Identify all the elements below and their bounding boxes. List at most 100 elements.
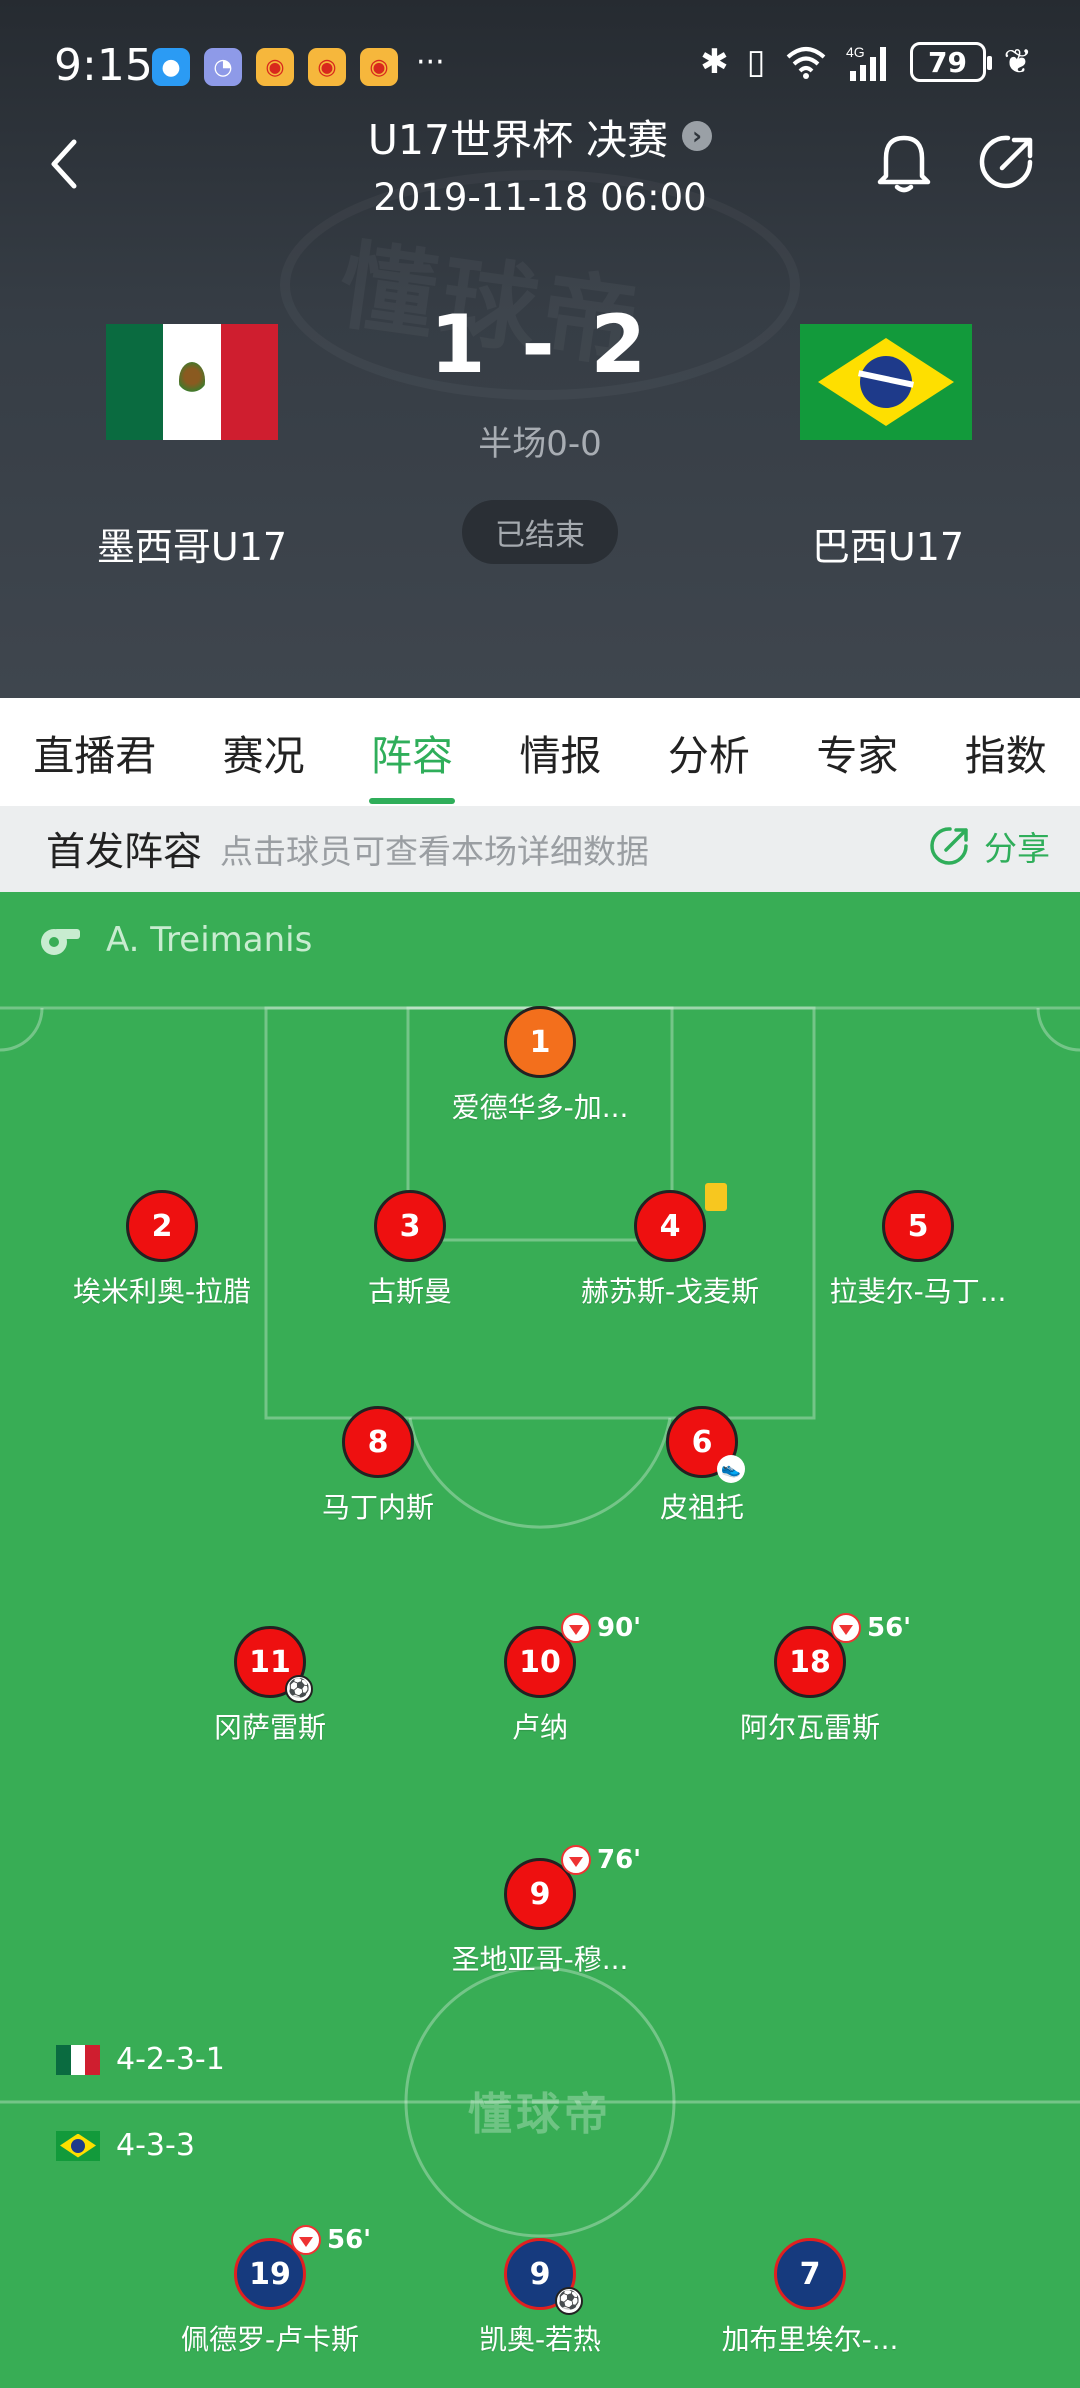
substitution-badge: 56' (831, 1613, 911, 1643)
shirt-number-text: 11 (249, 1644, 291, 1680)
share-icon[interactable] (978, 132, 1038, 192)
shirt-number: 9 76' (504, 1845, 641, 1930)
player-home-6[interactable]: 6 👟 皮祖托 (582, 1406, 822, 1526)
home-formation: 4-2-3-1 (56, 2042, 225, 2077)
player-home-10[interactable]: 10 90' 卢纳 (420, 1613, 660, 1746)
tab-events[interactable]: 赛况 (217, 698, 311, 806)
weibo-icon: ◉ (360, 48, 398, 86)
lineup-hint: 点击球员可查看本场详细数据 (220, 832, 650, 871)
away-formation-label: 4-3-3 (116, 2128, 195, 2163)
leaf-icon: ❦ (1003, 42, 1033, 82)
home-mini-flag (56, 2044, 100, 2075)
status-time: 9:15 (54, 40, 153, 91)
player-home-18[interactable]: 18 56' 阿尔瓦雷斯 (690, 1613, 930, 1746)
player-home-2[interactable]: 2 埃米利奥-拉腊 (42, 1190, 282, 1310)
sub-off-arrow-icon (561, 1845, 591, 1875)
player-name: 凯奥-若热 (478, 2323, 602, 2356)
shirt-number: 1 (504, 1006, 576, 1078)
player-name: 拉斐尔-马丁... (829, 1275, 1007, 1308)
shirt-number-text: 9 (529, 2256, 551, 2292)
shirt-number: 9 ⚽ (504, 2238, 583, 2315)
sub-minute: 90' (597, 1613, 642, 1643)
signal-icon: 4G (846, 44, 886, 81)
goal-ball-icon: ⚽ (555, 2287, 583, 2315)
match-tabs: 直播君 赛况 阵容 情报 分析 专家 指数 (0, 698, 1080, 806)
qq-app-icon: ◔ (204, 48, 242, 86)
tab-live[interactable]: 直播君 (27, 698, 162, 806)
lineup-share-button[interactable]: 分享 (928, 822, 1050, 870)
player-away-19[interactable]: 19 56' 佩德罗-卢卡斯 (150, 2225, 390, 2358)
player-home-4[interactable]: 4 赫苏斯-戈麦斯 (550, 1183, 790, 1310)
referee-row: A. Treimanis (34, 920, 312, 960)
chevron-right-icon: › (682, 121, 713, 151)
shirt-number-text: 6 (691, 1424, 713, 1460)
sub-minute: 56' (327, 2225, 372, 2255)
weibo-icon: ◉ (256, 48, 294, 86)
share-label: 分享 (984, 829, 1050, 868)
shirt-number-text: 4 (659, 1208, 681, 1244)
match-status-badge: 已结束 (462, 500, 618, 564)
system-icons: ✱ ▯ 4G 79 ❦ (700, 42, 1032, 82)
tab-intel[interactable]: 情报 (513, 698, 607, 806)
substitution-badge: 76' (561, 1845, 641, 1875)
match-score: 1 - 2 (429, 298, 651, 391)
shirt-number: 6 👟 (666, 1406, 745, 1483)
bell-icon[interactable] (876, 130, 932, 194)
shirt-number: 18 56' (774, 1613, 911, 1698)
home-team-name[interactable]: 墨西哥U17 (22, 516, 362, 571)
tab-experts[interactable]: 专家 (810, 698, 904, 806)
tab-lineup[interactable]: 阵容 (365, 698, 459, 806)
player-home-9[interactable]: 9 76' 圣地亚哥-穆... (420, 1845, 660, 1978)
player-name: 皮祖托 (659, 1491, 744, 1524)
substitution-badge: 90' (561, 1613, 641, 1643)
player-away-9[interactable]: 9 ⚽ 凯奥-若热 (420, 2238, 660, 2358)
sub-minute: 56' (867, 1613, 912, 1643)
battery-level: 79 (928, 45, 967, 79)
player-home-5[interactable]: 5 拉斐尔-马丁... (798, 1190, 1038, 1310)
player-home-8[interactable]: 8 马丁内斯 (258, 1406, 498, 1526)
sub-minute: 76' (597, 1845, 642, 1875)
player-name: 埃米利奥-拉腊 (72, 1275, 252, 1308)
goal-ball-icon: ⚽ (285, 1675, 313, 1703)
shirt-number: 10 90' (504, 1613, 641, 1698)
shirt-number: 11 ⚽ (234, 1626, 313, 1703)
player-name: 阿尔瓦雷斯 (739, 1711, 880, 1744)
message-app-icon: ● (152, 48, 190, 86)
player-name: 古斯曼 (367, 1275, 452, 1308)
player-home-11[interactable]: 11 ⚽ 冈萨雷斯 (150, 1626, 390, 1746)
player-name: 赫苏斯-戈麦斯 (580, 1275, 760, 1308)
player-name: 圣地亚哥-穆... (451, 1943, 629, 1976)
sub-off-arrow-icon (831, 1613, 861, 1643)
player-home-3[interactable]: 3 古斯曼 (290, 1190, 530, 1310)
network-type: 4G (846, 44, 865, 60)
sub-off-arrow-icon (561, 1613, 591, 1643)
shirt-number: 7 (774, 2238, 846, 2310)
sub-off-arrow-icon (291, 2225, 321, 2255)
tab-odds[interactable]: 指数 (959, 698, 1053, 806)
away-team-name[interactable]: 巴西U17 (718, 516, 1058, 571)
shirt-number: 8 (342, 1406, 414, 1478)
tab-analysis[interactable]: 分析 (662, 698, 756, 806)
player-name: 卢纳 (511, 1711, 568, 1744)
vibrate-icon: ▯ (746, 42, 766, 82)
weibo-icon: ◉ (308, 48, 346, 86)
pitch: A. Treimanis 1 爱德华多-加... 2 埃米利奥-拉腊 3 古斯曼… (0, 892, 1080, 2388)
shirt-number: 5 (882, 1190, 954, 1262)
battery-indicator: 79 (909, 42, 992, 82)
match-header: 懂球帝 9:15 ● ◔ ◉ ◉ ◉ ··· ✱ ▯ 4G (0, 0, 1080, 698)
shirt-number-text: 10 (519, 1644, 561, 1680)
player-away-7[interactable]: 7 加布里埃尔-... (690, 2238, 930, 2358)
shirt-number: 3 (374, 1190, 446, 1262)
player-name: 爱德华多-加... (451, 1091, 629, 1124)
shirt-number: 4 (634, 1183, 727, 1262)
shirt-number-text: 9 (529, 1876, 551, 1912)
notification-icons: ● ◔ ◉ ◉ ◉ ··· (152, 48, 445, 86)
away-mini-flag (56, 2130, 100, 2161)
lineup-header: 首发阵容 点击球员可查看本场详细数据 分享 (0, 806, 1080, 892)
yellow-card-icon (705, 1183, 727, 1211)
competition-title: U17世界杯 决赛 (367, 116, 669, 164)
whistle-icon (41, 929, 80, 955)
shirt-number-text: 18 (789, 1644, 831, 1680)
shirt-number: 19 56' (234, 2225, 371, 2310)
player-home-1[interactable]: 1 爱德华多-加... (420, 1006, 660, 1126)
